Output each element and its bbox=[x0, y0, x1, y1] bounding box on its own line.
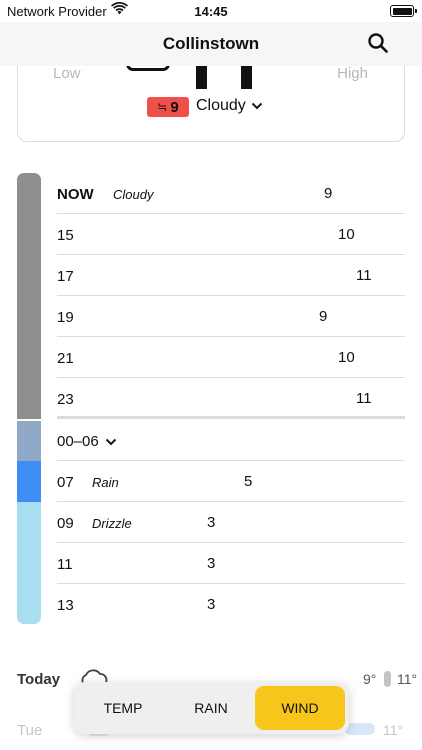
chevron-down-icon bbox=[251, 102, 263, 110]
day-high-temp: 11° bbox=[397, 671, 418, 687]
hour-label: 13 bbox=[57, 597, 74, 614]
list-item[interactable]: 15 10 bbox=[57, 214, 405, 255]
list-item[interactable]: 09 Drizzle 3 bbox=[57, 502, 405, 543]
metric-tab-bar: TEMP RAIN WIND bbox=[74, 682, 349, 734]
hour-label: 17 bbox=[57, 268, 74, 285]
list-item[interactable]: 11 3 bbox=[57, 543, 405, 584]
timeline-segment-rain bbox=[17, 461, 41, 502]
hour-label: 23 bbox=[57, 391, 74, 408]
hour-value: 9 bbox=[324, 185, 333, 202]
day-label-tue[interactable]: Tue bbox=[17, 722, 42, 739]
wind-badge: ≒ 9 bbox=[147, 97, 189, 117]
hour-label: 15 bbox=[57, 227, 74, 244]
tab-temp[interactable]: TEMP bbox=[78, 686, 168, 730]
timeline-segment-cloudy bbox=[17, 173, 41, 419]
timeline-segment-night bbox=[17, 421, 41, 462]
list-item[interactable]: 21 10 bbox=[57, 337, 405, 378]
hour-value: 3 bbox=[207, 555, 216, 572]
hour-value: 3 bbox=[207, 514, 216, 531]
day-label-today[interactable]: Today bbox=[17, 671, 60, 688]
timeline-segment-drizzle bbox=[17, 502, 41, 624]
hour-value: 9 bbox=[319, 308, 328, 325]
list-item[interactable]: 19 9 bbox=[57, 296, 405, 337]
day-low-temp: 9° bbox=[363, 671, 377, 687]
temp-range-bar bbox=[345, 723, 375, 735]
low-label: Low bbox=[53, 65, 81, 82]
status-bar: Network Provider 14:45 bbox=[0, 0, 422, 22]
list-item[interactable]: 23 11 bbox=[57, 378, 405, 419]
condition-dropdown[interactable]: Cloudy bbox=[196, 97, 263, 115]
hour-condition: Drizzle bbox=[92, 516, 132, 531]
tab-wind[interactable]: WIND bbox=[255, 686, 345, 730]
high-label: High bbox=[337, 65, 368, 82]
wind-icon: ≒ bbox=[157, 100, 168, 114]
search-icon[interactable] bbox=[366, 31, 390, 55]
temp-range-bar bbox=[384, 671, 391, 687]
hour-value: 10 bbox=[338, 226, 355, 243]
night-range-toggle[interactable]: 00–06 bbox=[57, 420, 405, 461]
list-item[interactable]: 07 Rain 5 bbox=[57, 461, 405, 502]
hour-label: 07 bbox=[57, 474, 74, 491]
hour-condition: Rain bbox=[92, 475, 119, 490]
hour-value: 11 bbox=[356, 390, 372, 407]
list-item[interactable]: 17 11 bbox=[57, 255, 405, 296]
tab-rain[interactable]: RAIN bbox=[166, 686, 256, 730]
hour-label: 09 bbox=[57, 515, 74, 532]
hour-label: NOW bbox=[57, 186, 94, 203]
list-item[interactable]: NOW Cloudy 9 bbox=[57, 173, 405, 214]
hour-value: 11 bbox=[356, 267, 372, 284]
battery-icon bbox=[390, 5, 417, 17]
hour-label: 11 bbox=[57, 556, 73, 573]
hour-label: 00–06 bbox=[57, 433, 99, 450]
status-time: 14:45 bbox=[194, 4, 228, 19]
day-high-temp: 11° bbox=[383, 722, 404, 738]
page-title: Collinstown bbox=[162, 34, 260, 53]
navigation-bar: Collinstown bbox=[0, 22, 422, 66]
hour-value: 3 bbox=[207, 596, 216, 613]
wind-value: 9 bbox=[170, 98, 179, 116]
list-item[interactable]: 13 3 bbox=[57, 584, 405, 625]
hour-value: 10 bbox=[338, 349, 355, 366]
chevron-down-icon bbox=[105, 438, 116, 446]
timeline-strip bbox=[17, 173, 41, 624]
hour-label: 21 bbox=[57, 350, 74, 367]
hour-label: 19 bbox=[57, 309, 74, 326]
condition-label: Cloudy bbox=[196, 97, 246, 114]
hour-value: 5 bbox=[244, 473, 253, 490]
hour-condition: Cloudy bbox=[113, 187, 154, 202]
